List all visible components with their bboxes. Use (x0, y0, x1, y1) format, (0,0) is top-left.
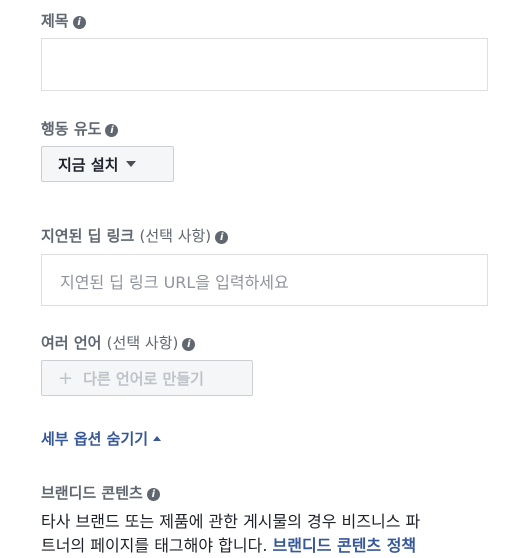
title-label: 제목 (41, 12, 69, 30)
hide-options-label: 세부 옵션 숨기기 (41, 430, 149, 448)
languages-label: 여러 언어 (41, 334, 102, 352)
cta-label: 행동 유도 (41, 120, 102, 138)
info-icon[interactable]: i (72, 16, 86, 29)
info-icon[interactable]: i (105, 124, 119, 137)
branded-content-description: 타사 브랜드 또는 제품에 관한 게시물의 경우 비즈니스 파 트너의 페이지를… (41, 510, 511, 558)
title-input[interactable] (41, 38, 488, 91)
title-label-row: 제목 i (41, 10, 86, 31)
languages-optional: (선택 사항) (106, 334, 179, 352)
deep-link-optional: (선택 사항) (139, 227, 212, 245)
branded-content-policy-link[interactable]: 브랜디드 콘텐츠 정책 (273, 536, 417, 555)
branded-content-line2-row: 트너의 페이지를 태그해야 합니다. 브랜디드 콘텐츠 정책 (41, 534, 511, 558)
deep-link-input[interactable]: 지연된 딥 링크 URL을 입력하세요 (41, 254, 488, 306)
branded-content-line2: 트너의 페이지를 태그해야 합니다. (41, 536, 268, 555)
info-icon[interactable]: i (215, 231, 229, 244)
deep-link-label: 지연된 딥 링크 (41, 227, 135, 245)
branded-content-line1: 타사 브랜드 또는 제품에 관한 게시물의 경우 비즈니스 파 (41, 512, 421, 531)
deep-link-label-row: 지연된 딥 링크 (선택 사항) i (41, 225, 229, 246)
languages-label-row: 여러 언어 (선택 사항) i (41, 332, 196, 353)
info-icon[interactable]: i (146, 488, 160, 501)
cta-dropdown[interactable]: 지금 설치 (41, 146, 174, 182)
create-language-label: 다른 언어로 만들기 (83, 369, 204, 388)
hide-options-link[interactable]: 세부 옵션 숨기기 (41, 428, 162, 449)
caret-up-icon (153, 436, 162, 441)
caret-down-icon (126, 161, 137, 167)
branded-content-label-row: 브랜디드 콘텐츠 i (41, 482, 160, 503)
info-icon[interactable]: i (182, 338, 196, 351)
deep-link-placeholder: 지연된 딥 링크 URL을 입력하세요 (60, 273, 289, 292)
branded-content-label: 브랜디드 콘텐츠 (41, 484, 143, 502)
plus-icon: + (58, 367, 74, 389)
create-language-button[interactable]: + 다른 언어로 만들기 (41, 360, 253, 396)
cta-selected-value: 지금 설치 (58, 155, 119, 174)
cta-label-row: 행동 유도 i (41, 118, 119, 139)
